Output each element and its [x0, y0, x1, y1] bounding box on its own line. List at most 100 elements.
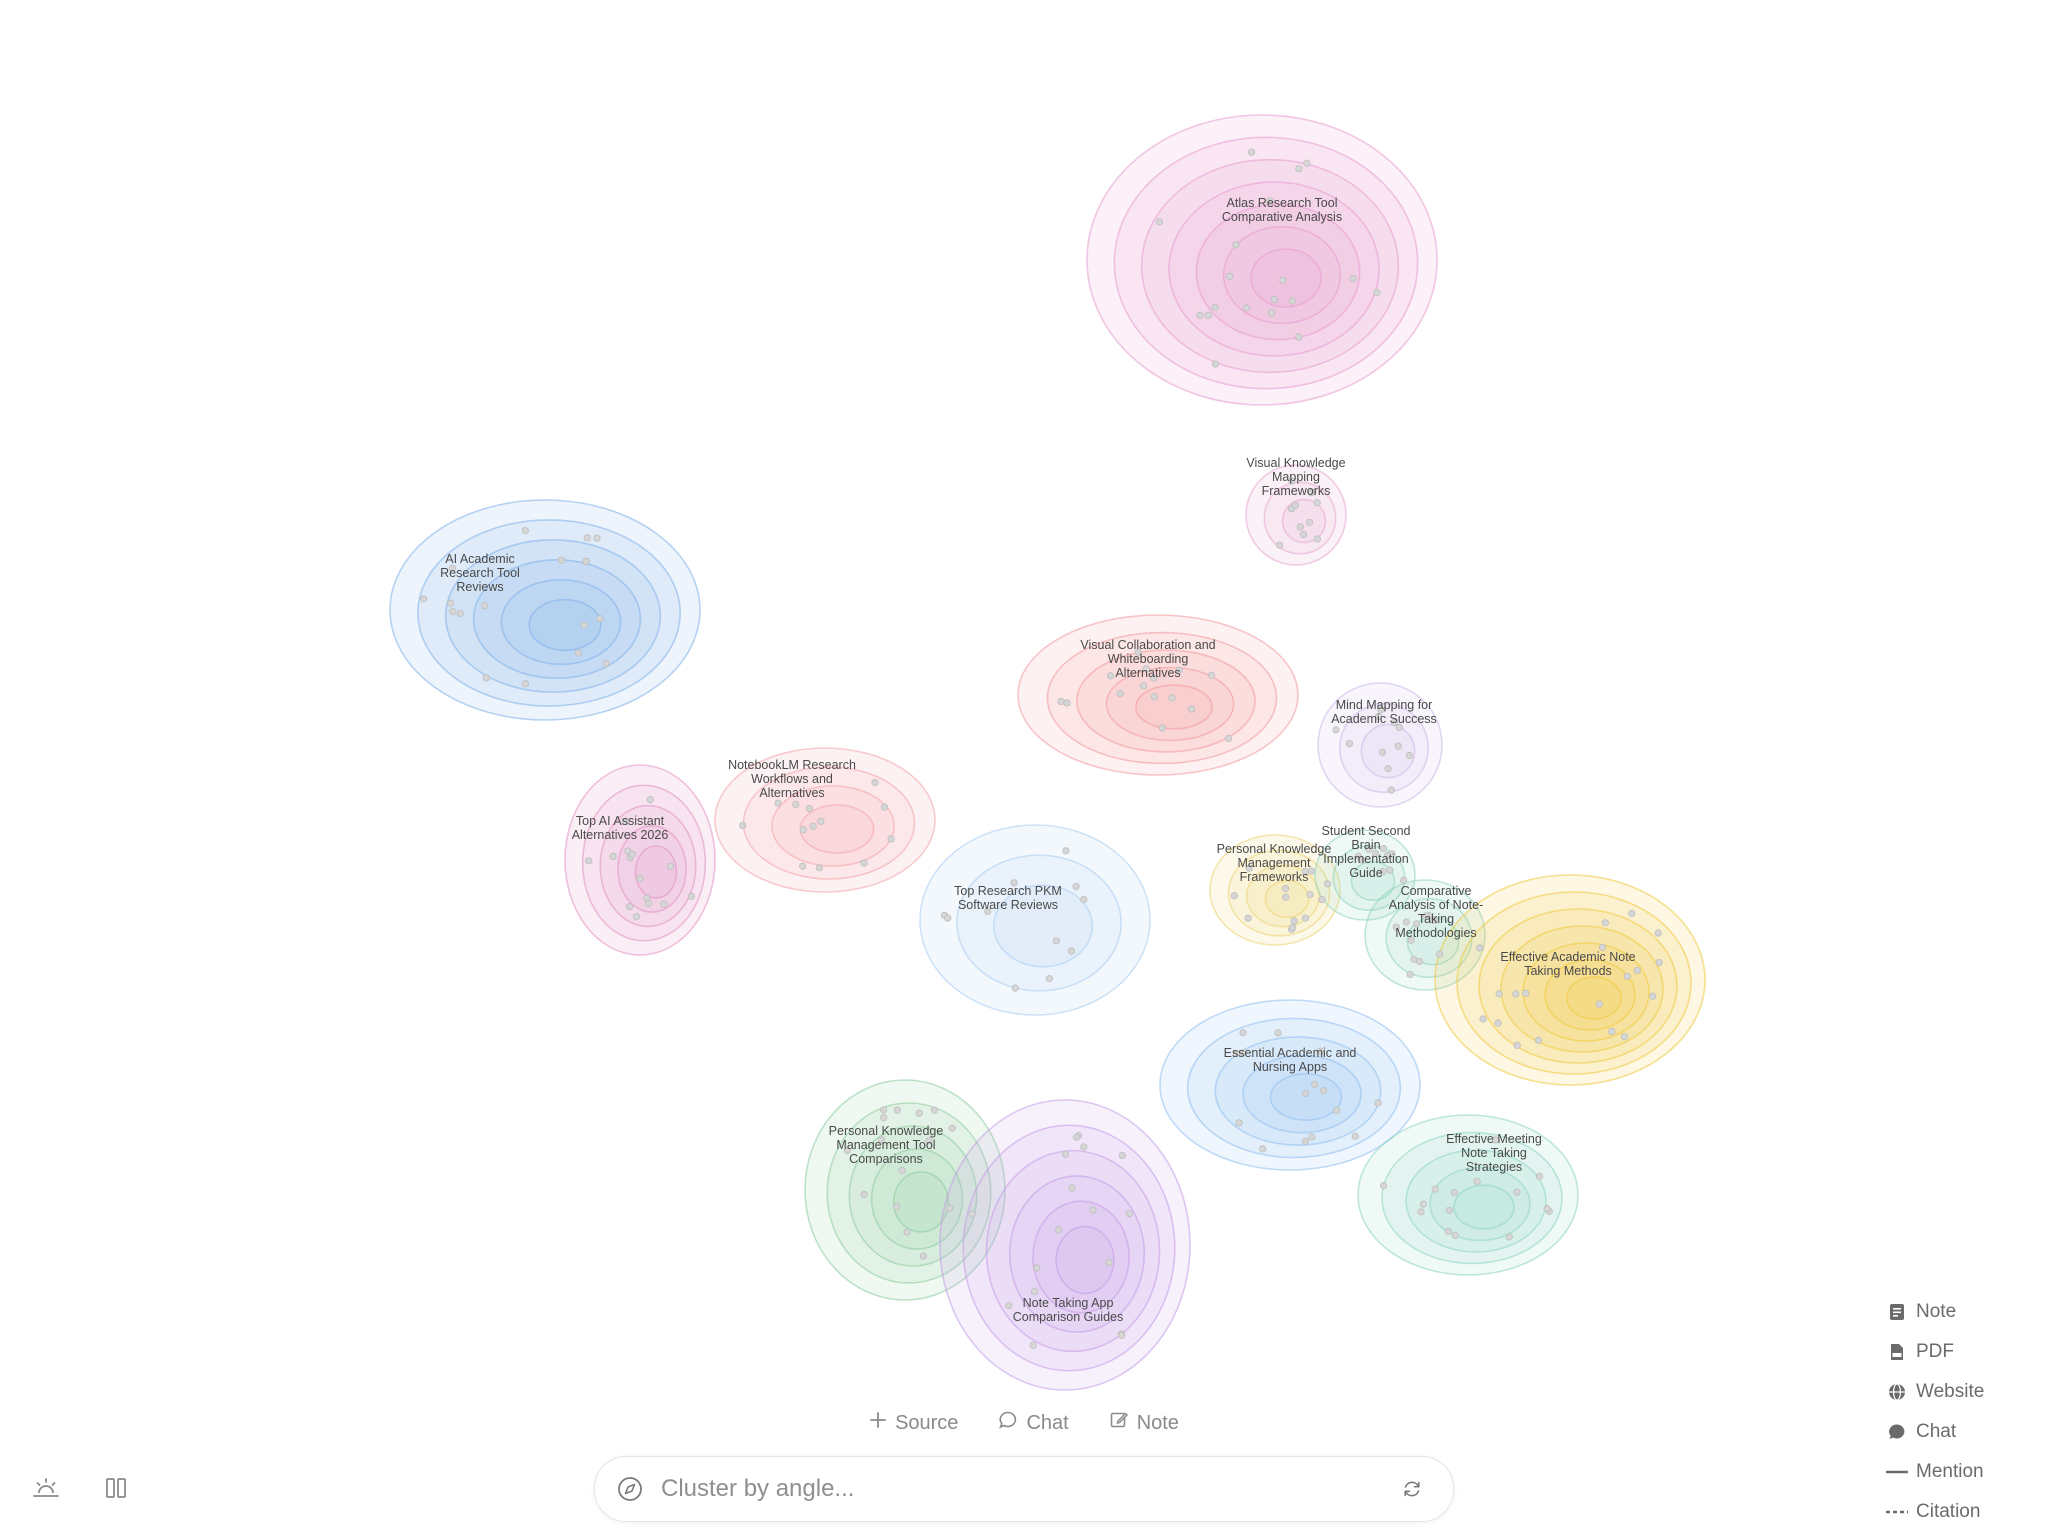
document-point[interactable] — [1052, 937, 1061, 945]
document-point[interactable] — [557, 556, 566, 564]
document-point[interactable] — [1139, 682, 1148, 690]
document-point[interactable] — [1450, 1188, 1459, 1197]
document-point[interactable] — [799, 826, 807, 834]
document-point[interactable] — [792, 800, 800, 808]
document-point[interactable] — [1384, 765, 1392, 773]
document-point[interactable] — [805, 804, 813, 813]
document-point[interactable] — [1118, 1151, 1127, 1160]
cluster-label[interactable]: NotebookLM Research Workflows and Altern… — [722, 758, 862, 800]
cluster-label[interactable]: Personal Knowledge Management Tool Compa… — [811, 1124, 961, 1166]
document-point[interactable] — [1296, 523, 1304, 531]
document-point[interactable] — [585, 857, 593, 865]
cluster-label[interactable]: Top AI Assistant Alternatives 2026 — [560, 814, 680, 842]
document-point[interactable] — [1281, 884, 1290, 893]
document-point[interactable] — [1295, 333, 1303, 341]
document-point[interactable] — [456, 609, 464, 618]
document-point[interactable] — [1295, 165, 1303, 173]
document-point[interactable] — [1057, 697, 1065, 706]
document-point[interactable] — [968, 1210, 976, 1218]
document-point[interactable] — [1116, 690, 1124, 698]
document-point[interactable] — [1062, 847, 1070, 855]
document-point[interactable] — [860, 1190, 868, 1199]
document-point[interactable] — [1259, 1145, 1267, 1153]
document-point[interactable] — [1444, 1227, 1452, 1235]
document-point[interactable] — [1080, 1143, 1088, 1151]
legend-item-note[interactable]: Note — [1886, 1292, 2016, 1332]
document-point[interactable] — [1118, 1331, 1126, 1339]
document-point[interactable] — [1061, 1150, 1070, 1158]
document-point[interactable] — [482, 674, 490, 682]
document-point[interactable] — [521, 526, 529, 535]
document-point[interactable] — [1275, 541, 1284, 549]
document-point[interactable] — [1068, 1184, 1076, 1192]
document-point[interactable] — [809, 822, 817, 830]
document-point[interactable] — [1301, 1089, 1310, 1097]
document-point[interactable] — [593, 534, 601, 542]
legend-item-pdf[interactable]: PDF — [1886, 1332, 2016, 1372]
document-point[interactable] — [660, 900, 668, 908]
document-point[interactable] — [774, 799, 782, 807]
document-point[interactable] — [1267, 309, 1276, 317]
document-point[interactable] — [799, 862, 807, 870]
document-point[interactable] — [481, 602, 489, 610]
document-point[interactable] — [903, 1228, 911, 1236]
document-point[interactable] — [1290, 917, 1298, 925]
document-point[interactable] — [1543, 1205, 1551, 1213]
document-point[interactable] — [1431, 1185, 1439, 1193]
document-point[interactable] — [1301, 1137, 1309, 1145]
document-point[interactable] — [636, 874, 644, 883]
document-point[interactable] — [1232, 241, 1240, 249]
new-chat-button[interactable]: Chat — [998, 1410, 1069, 1436]
refresh-icon[interactable] — [1395, 1472, 1429, 1506]
document-point[interactable] — [1308, 1133, 1316, 1141]
document-point[interactable] — [871, 779, 879, 787]
document-point[interactable] — [1045, 975, 1054, 983]
document-point[interactable] — [1379, 1182, 1388, 1190]
document-point[interactable] — [1387, 786, 1395, 794]
document-point[interactable] — [1621, 1033, 1629, 1041]
document-point[interactable] — [1306, 891, 1314, 899]
document-point[interactable] — [1332, 726, 1340, 734]
panel-toggle-button[interactable] — [98, 1472, 134, 1508]
document-point[interactable] — [739, 821, 747, 830]
cluster-label[interactable]: Comparative Analysis of Note-Taking Meth… — [1381, 884, 1491, 940]
document-point[interactable] — [1242, 304, 1250, 312]
document-point[interactable] — [1535, 1172, 1544, 1180]
document-point[interactable] — [596, 615, 604, 623]
document-point[interactable] — [1305, 518, 1314, 526]
cluster-label[interactable]: Note Taking App Comparison Guides — [998, 1296, 1138, 1324]
cluster-region[interactable] — [919, 824, 1151, 1016]
cluster-region[interactable] — [389, 499, 701, 721]
document-point[interactable] — [887, 835, 895, 843]
document-point[interactable] — [1033, 1264, 1041, 1272]
document-point[interactable] — [1345, 740, 1353, 748]
document-point[interactable] — [880, 1114, 888, 1122]
document-point[interactable] — [1247, 148, 1256, 156]
document-point[interactable] — [1055, 1226, 1063, 1234]
document-point[interactable] — [1279, 276, 1287, 284]
document-point[interactable] — [898, 1166, 906, 1175]
cluster-label[interactable]: Visual Collaboration and Whiteboarding A… — [1078, 638, 1218, 680]
document-point[interactable] — [1445, 1206, 1454, 1214]
document-point[interactable] — [1476, 944, 1484, 952]
document-point[interactable] — [1313, 535, 1321, 543]
document-point[interactable] — [1649, 992, 1657, 1000]
document-point[interactable] — [893, 1203, 901, 1211]
document-point[interactable] — [1313, 499, 1321, 507]
document-point[interactable] — [580, 621, 588, 629]
document-point[interactable] — [632, 913, 641, 921]
document-point[interactable] — [879, 1106, 888, 1114]
document-point[interactable] — [1288, 923, 1297, 932]
document-point[interactable] — [521, 680, 530, 688]
document-point[interactable] — [625, 903, 634, 911]
document-point[interactable] — [1244, 914, 1252, 922]
document-point[interactable] — [1204, 311, 1213, 320]
document-point[interactable] — [1011, 984, 1019, 992]
document-point[interactable] — [1089, 1206, 1097, 1214]
document-point[interactable] — [1378, 748, 1387, 756]
document-point[interactable] — [666, 862, 675, 870]
document-point[interactable] — [1608, 1027, 1616, 1036]
document-point[interactable] — [574, 649, 582, 657]
document-point[interactable] — [1188, 705, 1196, 713]
document-point[interactable] — [1067, 947, 1076, 955]
